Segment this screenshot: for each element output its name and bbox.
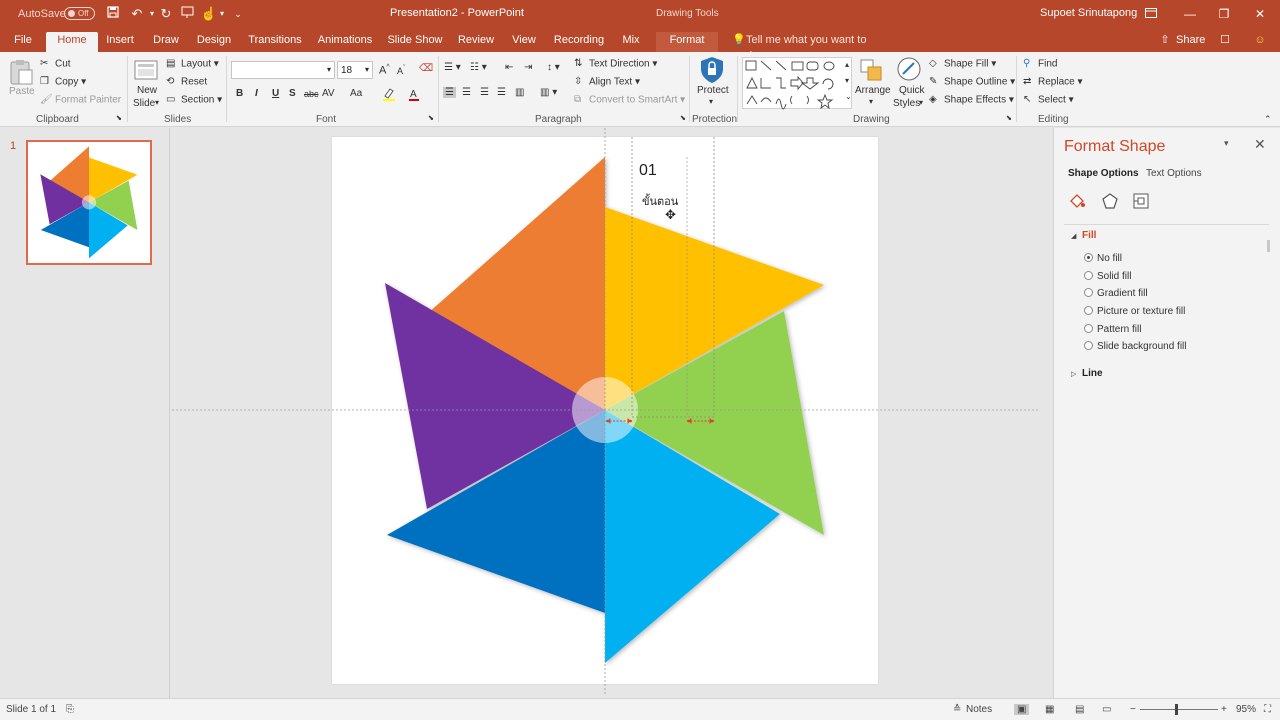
- radio-circle: [1084, 341, 1093, 350]
- notes-icon[interactable]: ≙: [953, 704, 961, 715]
- line-expand-icon[interactable]: ▷: [1071, 370, 1076, 378]
- radio-label: Gradient fill: [1097, 288, 1148, 299]
- tab-shape-options[interactable]: Shape Options: [1068, 168, 1139, 179]
- radio-label: Slide background fill: [1097, 341, 1187, 352]
- fit-slide-icon[interactable]: ⛶: [1264, 704, 1271, 715]
- radio-solid-fill[interactable]: Solid fill: [1084, 271, 1131, 282]
- radio-label: No fill: [1097, 253, 1123, 264]
- size-properties-icon[interactable]: [1132, 192, 1150, 210]
- step-number-text[interactable]: 01: [639, 162, 657, 180]
- radio-gradient-fill[interactable]: Gradient fill: [1084, 288, 1148, 299]
- radio-picture-fill[interactable]: Picture or texture fill: [1084, 306, 1185, 317]
- slide-sorter-icon[interactable]: ▦: [1045, 704, 1054, 715]
- radio-no-fill[interactable]: No fill: [1084, 253, 1122, 264]
- pane-close-icon[interactable]: ✕: [1254, 136, 1266, 153]
- format-shape-pane: Format Shape ▾ ✕ Shape Options Text Opti…: [1053, 128, 1280, 698]
- fill-collapse-icon[interactable]: ◢: [1071, 232, 1076, 240]
- zoom-slider-thumb[interactable]: [1175, 704, 1178, 715]
- reading-view-icon[interactable]: ▤: [1075, 704, 1084, 715]
- spell-check-icon[interactable]: ⎘: [66, 704, 74, 715]
- radio-label: Solid fill: [1097, 271, 1132, 282]
- tab-text-options[interactable]: Text Options: [1146, 168, 1202, 179]
- pane-options-dropdown-icon[interactable]: ▾: [1224, 138, 1229, 149]
- slide-count: Slide 1 of 1: [6, 704, 57, 715]
- zoom-slider[interactable]: [1140, 709, 1218, 710]
- fill-line-icon[interactable]: [1068, 192, 1086, 210]
- radio-circle: [1084, 324, 1093, 333]
- radio-label: Picture or texture fill: [1097, 306, 1186, 317]
- radio-circle: [1084, 288, 1093, 297]
- radio-pattern-fill[interactable]: Pattern fill: [1084, 324, 1141, 335]
- normal-view-icon[interactable]: ▣: [1014, 704, 1030, 715]
- pane-scrollbar[interactable]: [1267, 240, 1270, 252]
- zoom-in-icon[interactable]: +: [1221, 704, 1227, 715]
- pane-separator: [1064, 224, 1269, 225]
- radio-circle: [1084, 271, 1093, 280]
- radio-slide-background-fill[interactable]: Slide background fill: [1084, 341, 1187, 352]
- zoom-level[interactable]: 95%: [1236, 704, 1256, 715]
- zoom-out-icon[interactable]: −: [1130, 704, 1136, 715]
- status-bar: Slide 1 of 1 ⎘ ≙ Notes ▣ ▦ ▤ ▭ − + 95% ⛶: [0, 698, 1280, 720]
- move-cursor-icon: ✥: [665, 207, 676, 222]
- format-pane-title: Format Shape: [1064, 138, 1166, 155]
- notes-button[interactable]: Notes: [966, 704, 992, 715]
- radio-circle: [1084, 253, 1093, 262]
- radio-circle: [1084, 306, 1093, 315]
- fill-section-header[interactable]: Fill: [1082, 230, 1096, 241]
- line-section-header[interactable]: Line: [1082, 368, 1103, 379]
- radio-label: Pattern fill: [1097, 324, 1142, 335]
- slideshow-icon[interactable]: ▭: [1102, 704, 1111, 715]
- effects-pentagon-icon[interactable]: [1101, 192, 1119, 210]
